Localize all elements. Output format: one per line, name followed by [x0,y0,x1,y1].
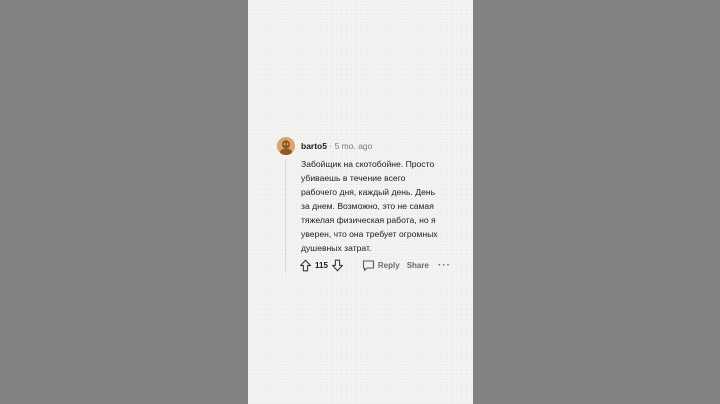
ellipsis-icon[interactable]: ··· [438,260,451,271]
comment-actions: 115 Reply Share ··· [299,257,451,273]
comment-line: тяжелая физическая работа, но я [301,215,436,225]
meta-separator: · [329,141,333,151]
speech-bubble-icon [362,259,375,272]
comment-line: душевных затрат. [301,243,372,253]
thread-line[interactable] [285,159,286,273]
vote-group: 115 [299,259,344,272]
reply-button[interactable]: Reply [362,259,400,272]
video-frame: barto5 · 5 mo. ago Забойщик на скотобойн… [248,0,473,404]
more-label: ··· [437,259,451,271]
left-letterbox [0,0,248,404]
share-button[interactable]: Share [407,261,429,270]
arrow-down-icon[interactable] [331,259,344,272]
user-avatar-icon[interactable] [277,137,295,155]
comment-line: убиваешь в течение всего [301,173,406,183]
comment-age: 5 mo. ago [334,141,373,151]
comment-line: за днем. Возможно, это не самая [301,201,434,211]
comment-body: Забойщик на скотобойне. Просто убиваешь … [301,157,451,255]
right-letterbox [473,0,720,404]
comment-line: уверен, что она требует огромных [301,229,438,239]
comment-line: Забойщик на скотобойне. Просто [301,159,435,169]
comment-meta: barto5 · 5 mo. ago [301,141,372,151]
vote-score: 115 [315,260,328,270]
arrow-up-icon[interactable] [299,259,312,272]
reply-label: Reply [377,260,400,270]
comment-line: рабочего дня, каждый день. День [301,187,436,197]
share-label: Share [406,260,429,270]
username[interactable]: barto5 [301,141,327,151]
